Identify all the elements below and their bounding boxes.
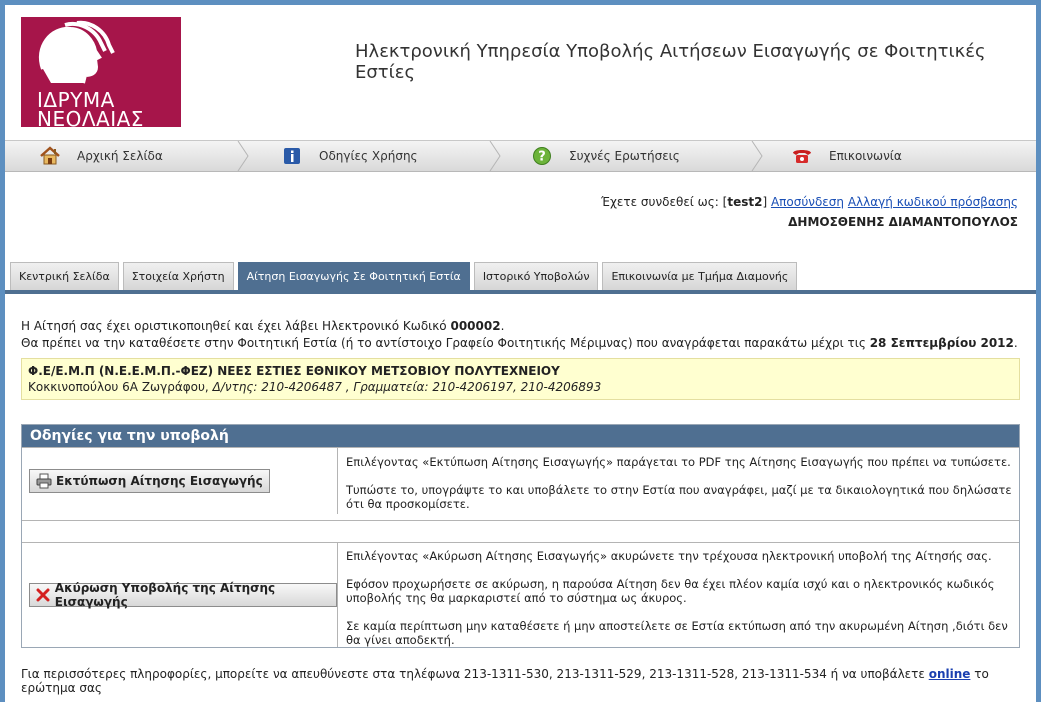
print-row: Εκτύπωση Αίτησης Εισαγωγής Επιλέγοντας «… <box>22 447 1019 514</box>
nav-faq[interactable]: ? Συχνές Ερωτήσεις <box>531 141 680 171</box>
logo-text: ΙΔΡΥΜΑ ΝΕΟΛΑΙΑΣ <box>37 90 144 127</box>
user-full-name: ΔΗΜΟΣΘΕΝΗΣ ΔΙΑΜΑΝΤΟΠΟΥΛΟΣ <box>788 215 1018 229</box>
tab-bar: Κεντρική Σελίδα Στοιχεία Χρήστη Αίτηση Ε… <box>10 262 801 290</box>
tab-divider <box>5 290 1036 294</box>
online-link[interactable]: online <box>929 667 971 681</box>
print-description: Επιλέγοντας «Εκτύπωση Αίτησης Εισαγωγής»… <box>346 455 1014 511</box>
footer: Για περισσότερες πληροφορίες, μπορείτε ν… <box>21 667 1036 695</box>
logged-in-label: Έχετε συνδεθεί ως: <box>601 195 719 209</box>
nav-instructions-label: Οδηγίες Χρήσης <box>319 149 418 163</box>
cancel-text-2: Εφόσον προχωρήσετε σε ακύρωση, η παρούσα… <box>346 577 995 605</box>
logo: ΙΔΡΥΜΑ ΝΕΟΛΑΙΑΣ <box>21 17 181 127</box>
cancel-application-button[interactable]: Ακύρωση Υποβολής της Αίτησης Εισαγωγής <box>29 581 337 609</box>
header: ΙΔΡΥΜΑ ΝΕΟΛΑΙΑΣ Ηλεκτρονική Υπηρεσία Υπο… <box>5 5 1036 140</box>
logout-link[interactable]: Αποσύνδεση <box>771 195 844 209</box>
page: ΙΔΡΥΜΑ ΝΕΟΛΑΙΑΣ Ηλεκτρονική Υπηρεσία Υπο… <box>5 5 1036 702</box>
nav-separator <box>751 141 763 171</box>
printer-icon <box>36 473 52 489</box>
info-icon <box>281 145 303 167</box>
tab-home-label: Κεντρική Σελίδα <box>19 270 110 283</box>
cancel-description: Επιλέγοντας «Ακύρωση Αίτησης Εισαγωγής» … <box>346 549 1014 647</box>
site-title: Ηλεκτρονική Υπηρεσία Υποβολής Αιτήσεων Ε… <box>355 41 986 83</box>
print-cell: Εκτύπωση Αίτησης Εισαγωγής <box>22 448 338 514</box>
deadline-date: 28 Σεπτεμβρίου 2012 <box>869 336 1014 350</box>
tab-contact-housing[interactable]: Επικοινωνία με Τμήμα Διαμονής <box>602 262 798 290</box>
cancel-button-label: Ακύρωση Υποβολής της Αίτησης Εισαγωγής <box>54 581 276 609</box>
print-button-label: Εκτύπωση Αίτησης Εισαγωγής <box>56 474 263 488</box>
tab-user-details[interactable]: Στοιχεία Χρήστη <box>122 262 234 290</box>
nav-separator <box>237 141 249 171</box>
instructions-panel: Οδηγίες για την υποβολή Εκτύπωση Αίτησης… <box>21 424 1020 648</box>
tab-home[interactable]: Κεντρική Σελίδα <box>10 262 119 290</box>
tab-history[interactable]: Ιστορικό Υποβολών <box>473 262 599 290</box>
user-info: Έχετε συνδεθεί ως: [test2] Αποσύνδεση Αλ… <box>601 195 1018 209</box>
logo-line-2: ΝΕΟΛΑΙΑΣ <box>37 107 144 127</box>
help-icon: ? <box>531 145 553 167</box>
home-icon <box>39 145 61 167</box>
print-text-1: Επιλέγοντας «Εκτύπωση Αίτησης Εισαγωγής»… <box>346 455 1011 469</box>
svg-text:?: ? <box>538 150 546 165</box>
close-icon <box>36 587 51 603</box>
phone-icon <box>791 145 813 167</box>
footer-text: Για περισσότερες πληροφορίες, μπορείτε ν… <box>21 667 925 681</box>
spacer-row <box>22 520 1019 542</box>
tab-history-label: Ιστορικό Υποβολών <box>482 270 590 283</box>
cancel-text-1: Επιλέγοντας «Ακύρωση Αίτησης Εισαγωγής» … <box>346 549 992 563</box>
tab-application[interactable]: Αίτηση Εισαγωγής Σε Φοιτητική Εστία <box>237 262 470 290</box>
nav-home-label: Αρχική Σελίδα <box>77 149 163 163</box>
cancel-cell: Ακύρωση Υποβολής της Αίτησης Εισαγωγής <box>22 543 338 647</box>
cancel-text-3: Σε καμία περίπτωση μην καταθέσετε ή μην … <box>346 619 1008 647</box>
print-application-button[interactable]: Εκτύπωση Αίτησης Εισαγωγής <box>29 469 270 493</box>
cancel-row: Ακύρωση Υποβολής της Αίτησης Εισαγωγής Ε… <box>22 542 1019 647</box>
dormitory-box: Φ.Ε/Ε.Μ.Π (Ν.Ε.Ε.Μ.Π.-ΦΕΖ) ΝΕΕΣ ΕΣΤΙΕΣ Ε… <box>21 358 1020 400</box>
dormitory-contacts: Δ/ντης: 210-4206487 , Γραμματεία: 210-42… <box>212 380 602 394</box>
instructions-title: Οδηγίες για την υποβολή <box>22 425 1019 447</box>
dormitory-street: Κοκκινοπούλου 6Α Ζωγράφου, <box>28 380 209 394</box>
status-line-1: Η Αίτησή σας έχει οριστικοποιηθεί και έχ… <box>21 319 505 333</box>
nav-home[interactable]: Αρχική Σελίδα <box>39 141 163 171</box>
nav-contact[interactable]: Επικοινωνία <box>791 141 902 171</box>
dormitory-name: Φ.Ε/Ε.Μ.Π (Ν.Ε.Ε.Μ.Π.-ΦΕΖ) ΝΕΕΣ ΕΣΤΙΕΣ Ε… <box>28 364 560 378</box>
nav-separator <box>489 141 501 171</box>
nav-contact-label: Επικοινωνία <box>829 149 902 163</box>
tab-application-label: Αίτηση Εισαγωγής Σε Φοιτητική Εστία <box>246 270 461 283</box>
tab-contact-housing-label: Επικοινωνία με Τμήμα Διαμονής <box>611 270 789 283</box>
print-text-2: Τυπώστε το, υπογράψτε το και υποβάλετε τ… <box>346 483 1012 511</box>
status-text: Η Αίτησή σας έχει οριστικοποιηθεί και έχ… <box>21 319 447 333</box>
deadline-text: Θα πρέπει να την καταθέσετε στην Φοιτητι… <box>21 336 866 350</box>
status-line-2: Θα πρέπει να την καταθέσετε στην Φοιτητι… <box>21 336 1018 350</box>
dormitory-address: Κοκκινοπούλου 6Α Ζωγράφου, Δ/ντης: 210-4… <box>28 379 1013 395</box>
username: test2 <box>727 195 763 209</box>
status-message: Η Αίτησή σας έχει οριστικοποιηθεί και έχ… <box>21 318 1018 352</box>
main-navbar: Αρχική Σελίδα Οδηγίες Χρήσης ? Συχνές Ερ… <box>5 140 1036 172</box>
change-password-link[interactable]: Αλλαγή κωδικού πρόσβασης <box>848 195 1018 209</box>
nav-instructions[interactable]: Οδηγίες Χρήσης <box>281 141 418 171</box>
nav-faq-label: Συχνές Ερωτήσεις <box>569 149 680 163</box>
application-code: 000002 <box>450 319 501 333</box>
tab-user-details-label: Στοιχεία Χρήστη <box>131 270 225 283</box>
